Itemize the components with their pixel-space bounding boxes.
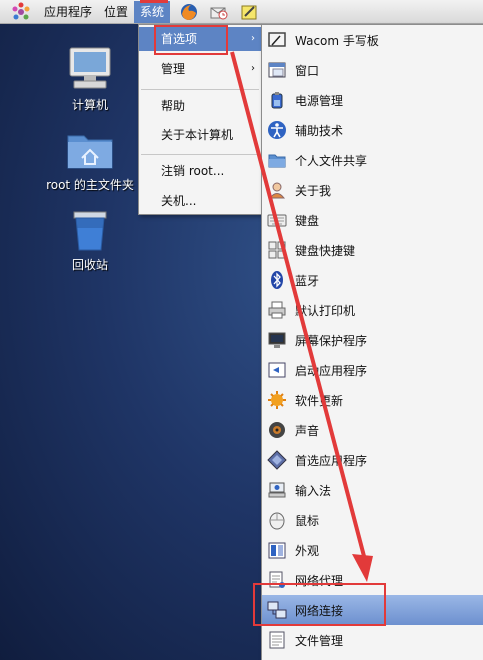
notepad-icon[interactable]	[238, 1, 260, 23]
pref-item-startup-apps[interactable]: 启动应用程序	[262, 355, 483, 385]
menu-item-shutdown[interactable]: 关机...	[139, 189, 261, 213]
pref-item-power-management[interactable]: 电源管理	[262, 85, 483, 115]
preferences-submenu: Wacom 手写板 窗口 电源管理 辅助技术 个人文件共享 关于我 键盘 键盘快…	[261, 24, 483, 660]
desktop-icon-label: 计算机	[71, 98, 108, 112]
computer-icon	[69, 47, 111, 89]
menu-item-help[interactable]: 帮助	[139, 94, 261, 118]
keyboard-shortcuts-icon	[266, 239, 288, 261]
top-panel: 应用程序 位置 系统	[0, 0, 483, 24]
desktop-icon-home[interactable]: root 的主文件夹	[40, 128, 140, 193]
tablet-icon	[266, 29, 288, 51]
pref-item-label: 屏幕保护程序	[295, 333, 368, 348]
menu-item-label: 管理	[161, 62, 186, 76]
file-management-icon	[266, 629, 288, 651]
pref-item-label: 个人文件共享	[295, 153, 368, 168]
desktop-icon-label: 回收站	[71, 258, 108, 272]
desktop-icon-computer[interactable]: 计算机	[40, 44, 140, 113]
keyboard-icon	[266, 209, 288, 231]
pref-item-about-me[interactable]: 关于我	[262, 175, 483, 205]
applications-menu[interactable]: 应用程序	[38, 1, 98, 23]
firefox-icon[interactable]	[178, 1, 200, 23]
system-menu[interactable]: 系统	[134, 0, 171, 23]
preferred-apps-icon	[266, 449, 288, 471]
pref-item-keyboard[interactable]: 键盘	[262, 205, 483, 235]
menu-item-label: 关于本计算机	[161, 128, 234, 142]
desktop-icon-label: root 的主文件夹	[46, 178, 134, 192]
pref-item-label: Wacom 手写板	[295, 33, 379, 48]
menu-separator	[141, 154, 259, 155]
pref-item-label: 外观	[295, 543, 320, 558]
power-icon	[266, 89, 288, 111]
home-folder-icon	[67, 135, 113, 169]
pref-item-label: 窗口	[295, 63, 320, 78]
pref-item-file-sharing[interactable]: 个人文件共享	[262, 145, 483, 175]
pref-item-label: 输入法	[295, 483, 332, 498]
printer-icon	[266, 299, 288, 321]
menu-item-about-computer[interactable]: 关于本计算机	[139, 123, 261, 147]
places-menu[interactable]: 位置	[98, 1, 134, 23]
pref-item-bluetooth[interactable]: 蓝牙	[262, 265, 483, 295]
pref-item-screensaver[interactable]: 屏幕保护程序	[262, 325, 483, 355]
annotation-underline-system-menu	[140, 0, 168, 3]
bluetooth-icon	[266, 269, 288, 291]
annotation-box-network-connections	[253, 583, 386, 626]
desktop-icon-trash[interactable]: 回收站	[40, 208, 140, 273]
pref-item-file-management[interactable]: 文件管理	[262, 625, 483, 655]
submenu-arrow-icon: ›	[251, 33, 255, 44]
pref-item-preferred-apps[interactable]: 首选应用程序	[262, 445, 483, 475]
pref-item-label: 键盘快捷键	[295, 243, 356, 258]
software-update-icon	[266, 389, 288, 411]
submenu-arrow-icon: ›	[251, 63, 255, 74]
pref-item-label: 文件管理	[295, 633, 344, 648]
menu-item-label: 注销 root...	[161, 164, 225, 178]
pref-item-software-updates[interactable]: 软件更新	[262, 385, 483, 415]
pref-item-keyboard-shortcuts[interactable]: 键盘快捷键	[262, 235, 483, 265]
accessibility-icon	[266, 119, 288, 141]
menu-item-logout[interactable]: 注销 root...	[139, 159, 261, 183]
window-icon	[266, 59, 288, 81]
pref-item-wacom-tablet[interactable]: Wacom 手写板	[262, 25, 483, 55]
trash-icon	[73, 211, 107, 251]
pref-item-sound[interactable]: 声音	[262, 415, 483, 445]
about-me-icon	[266, 179, 288, 201]
pref-item-label: 启动应用程序	[295, 363, 368, 378]
pref-item-label: 辅助技术	[295, 123, 344, 138]
menu-item-label: 关机...	[161, 194, 197, 208]
startup-apps-icon	[266, 359, 288, 381]
pref-item-label: 键盘	[295, 213, 320, 228]
menu-separator	[141, 89, 259, 90]
menu-item-administration[interactable]: 管理 ›	[139, 57, 261, 81]
input-method-icon	[266, 479, 288, 501]
pref-item-label: 鼠标	[295, 513, 320, 528]
pref-item-label: 电源管理	[295, 93, 344, 108]
pref-item-label: 首选应用程序	[295, 453, 368, 468]
pref-item-label: 关于我	[295, 183, 332, 198]
mouse-icon	[266, 509, 288, 531]
pref-item-label: 软件更新	[295, 393, 344, 408]
pref-item-default-printer[interactable]: 默认打印机	[262, 295, 483, 325]
pref-item-appearance[interactable]: 外观	[262, 535, 483, 565]
pref-item-mouse[interactable]: 鼠标	[262, 505, 483, 535]
screensaver-icon	[266, 329, 288, 351]
annotation-box-preferences	[154, 25, 228, 55]
sound-icon	[266, 419, 288, 441]
pref-item-windows[interactable]: 窗口	[262, 55, 483, 85]
pref-item-label: 声音	[295, 423, 320, 438]
menu-item-label: 帮助	[161, 99, 186, 113]
pref-item-label: 默认打印机	[295, 303, 356, 318]
file-share-icon	[266, 149, 288, 171]
appearance-icon	[266, 539, 288, 561]
pref-item-input-method[interactable]: 输入法	[262, 475, 483, 505]
gnome-foot-logo-icon[interactable]	[10, 1, 32, 23]
mail-clock-icon[interactable]	[208, 1, 230, 23]
pref-item-label: 蓝牙	[295, 273, 320, 288]
pref-item-assistive-tech[interactable]: 辅助技术	[262, 115, 483, 145]
